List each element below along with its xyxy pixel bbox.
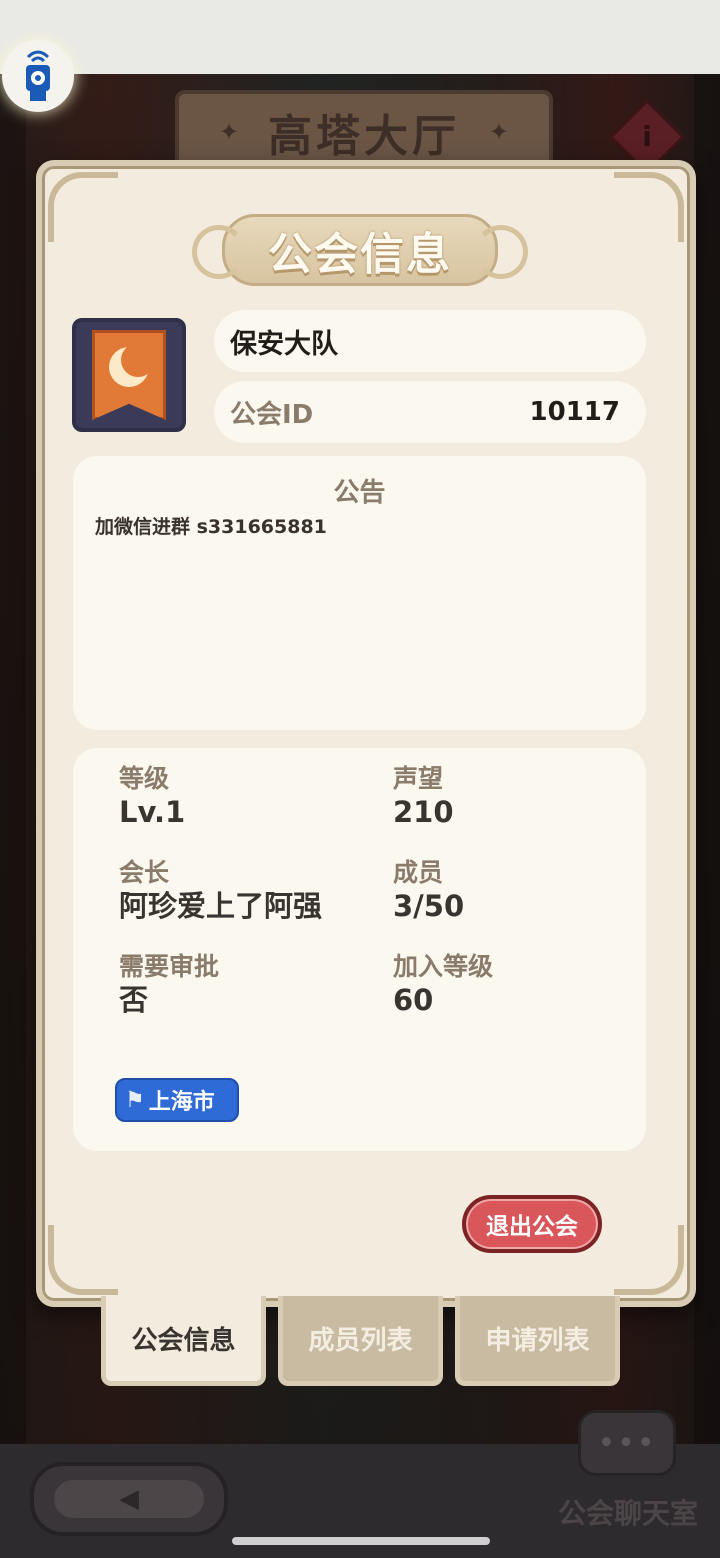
stat-label: 加入等级	[393, 952, 494, 981]
guild-chat-label: 公会聊天室	[557, 1497, 698, 1530]
crescent-moon-icon	[109, 343, 155, 387]
stat-value: 210	[393, 795, 454, 829]
stat-approval: 需要审批 否	[119, 952, 219, 1018]
stat-value: 阿珍爱上了阿强	[119, 889, 323, 923]
chat-bubble-icon: •••	[578, 1410, 676, 1476]
panel-corner-ornament	[48, 172, 118, 242]
guild-name: 保安大队	[230, 328, 338, 360]
back-button[interactable]: ◀	[30, 1462, 228, 1536]
guild-id-value: 10117	[529, 397, 620, 427]
guild-chat-button[interactable]: ••• 公会聊天室	[548, 1400, 708, 1530]
star-icon: ✦	[219, 118, 240, 146]
signal-tower-button[interactable]	[2, 40, 74, 112]
status-bar	[0, 0, 720, 74]
stat-level: 等级 Lv.1	[119, 764, 185, 830]
star-icon: ✦	[488, 118, 509, 146]
swirl-ornament-icon	[192, 225, 246, 279]
stat-label: 成员	[393, 858, 444, 887]
panel-title-ribbon: 公会信息	[192, 213, 528, 287]
stat-label: 会长	[119, 858, 170, 887]
guild-emblem[interactable]	[72, 318, 186, 432]
stat-value: 60	[393, 983, 434, 1017]
guild-name-field: 保安大队	[214, 310, 646, 372]
notice-box: 公告 加微信进群 s331665881	[73, 456, 646, 730]
panel-corner-ornament	[48, 1225, 118, 1295]
tab-member-list[interactable]: 成员列表	[278, 1296, 443, 1386]
hall-title: 高塔大厅	[268, 111, 460, 162]
home-indicator[interactable]	[232, 1537, 490, 1545]
tab-application-list[interactable]: 申请列表	[455, 1296, 620, 1386]
tab-guild-info[interactable]: 公会信息	[101, 1296, 266, 1386]
stat-value: 3/50	[393, 889, 465, 923]
stat-join-level: 加入等级 60	[393, 952, 493, 1018]
signal-tower-icon	[26, 50, 50, 101]
stat-label: 需要审批	[119, 952, 220, 981]
stat-label: 等级	[119, 764, 170, 793]
location-tag: ⚑ 上海市	[115, 1078, 239, 1122]
background-pillar	[694, 74, 720, 1444]
location-label: 上海市	[148, 1090, 215, 1115]
stat-prestige: 声望 210	[393, 764, 454, 830]
panel-title: 公会信息	[268, 229, 452, 280]
background-pillar	[0, 74, 26, 1444]
stat-members: 成员 3/50	[393, 858, 464, 924]
guild-id-label: 公会ID	[230, 399, 314, 430]
stat-value: Lv.1	[119, 795, 186, 829]
guild-stats-box: 等级 Lv.1 声望 210 会长 阿珍爱上了阿强 成员 3/50 需要审批 否…	[73, 748, 646, 1151]
notice-title: 公告	[333, 478, 386, 508]
flag-icon: ⚑	[125, 1087, 145, 1113]
notice-text: 加微信进群 s331665881	[95, 516, 327, 538]
panel-corner-ornament	[614, 1225, 684, 1295]
guild-id-field: 公会ID 10117	[214, 381, 646, 443]
stat-value: 否	[119, 983, 149, 1017]
back-arrow-icon: ◀	[54, 1480, 204, 1518]
panel-title-plate: 公会信息	[222, 214, 498, 286]
panel-corner-ornament	[614, 172, 684, 242]
stat-leader: 会长 阿珍爱上了阿强	[119, 858, 322, 924]
quit-guild-button[interactable]: 退出公会	[462, 1195, 602, 1253]
stat-label: 声望	[393, 764, 444, 793]
swirl-ornament-icon	[474, 225, 528, 279]
moon-banner-icon	[92, 330, 166, 420]
